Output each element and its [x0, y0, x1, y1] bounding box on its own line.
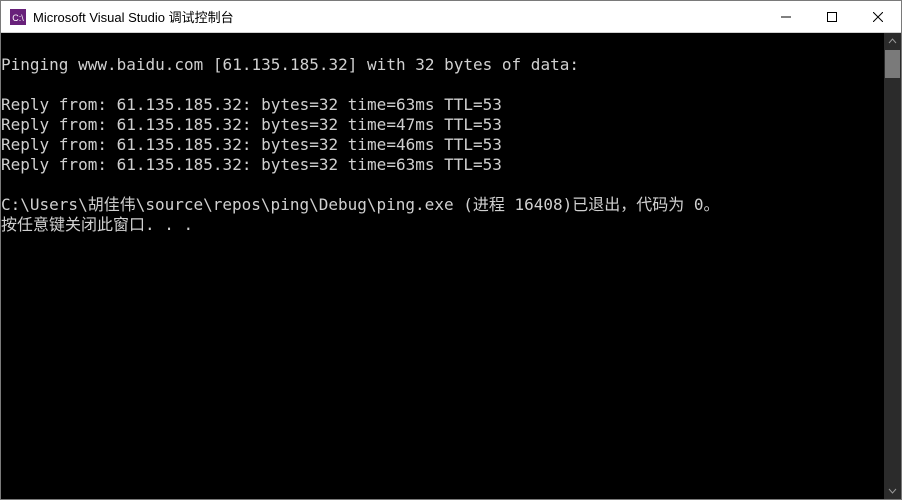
console-line: 按任意键关闭此窗口. . .	[1, 215, 884, 235]
maximize-icon	[827, 12, 837, 22]
client-area: Pinging www.baidu.com [61.135.185.32] wi…	[1, 33, 901, 499]
chevron-down-icon	[888, 486, 897, 495]
console-output[interactable]: Pinging www.baidu.com [61.135.185.32] wi…	[1, 33, 884, 499]
titlebar[interactable]: C:\ Microsoft Visual Studio 调试控制台	[1, 1, 901, 33]
console-line	[1, 75, 884, 95]
scroll-track[interactable]	[884, 50, 901, 482]
minimize-icon	[781, 12, 791, 22]
console-line: Pinging www.baidu.com [61.135.185.32] wi…	[1, 55, 884, 75]
app-window: C:\ Microsoft Visual Studio 调试控制台	[0, 0, 902, 500]
close-button[interactable]	[855, 1, 901, 32]
vertical-scrollbar[interactable]	[884, 33, 901, 499]
vs-console-icon: C:\	[9, 8, 27, 26]
console-line: Reply from: 61.135.185.32: bytes=32 time…	[1, 155, 884, 175]
minimize-button[interactable]	[763, 1, 809, 32]
svg-text:C:\: C:\	[12, 13, 24, 23]
console-line: C:\Users\胡佳伟\source\repos\ping\Debug\pin…	[1, 195, 884, 215]
close-icon	[873, 12, 883, 22]
window-controls	[763, 1, 901, 32]
console-line	[1, 35, 884, 55]
scroll-up-button[interactable]	[884, 33, 901, 50]
maximize-button[interactable]	[809, 1, 855, 32]
console-line: Reply from: 61.135.185.32: bytes=32 time…	[1, 135, 884, 155]
console-line: Reply from: 61.135.185.32: bytes=32 time…	[1, 115, 884, 135]
chevron-up-icon	[888, 37, 897, 46]
scroll-down-button[interactable]	[884, 482, 901, 499]
console-line	[1, 175, 884, 195]
window-title: Microsoft Visual Studio 调试控制台	[33, 7, 234, 26]
scroll-thumb[interactable]	[885, 50, 900, 78]
console-line: Reply from: 61.135.185.32: bytes=32 time…	[1, 95, 884, 115]
